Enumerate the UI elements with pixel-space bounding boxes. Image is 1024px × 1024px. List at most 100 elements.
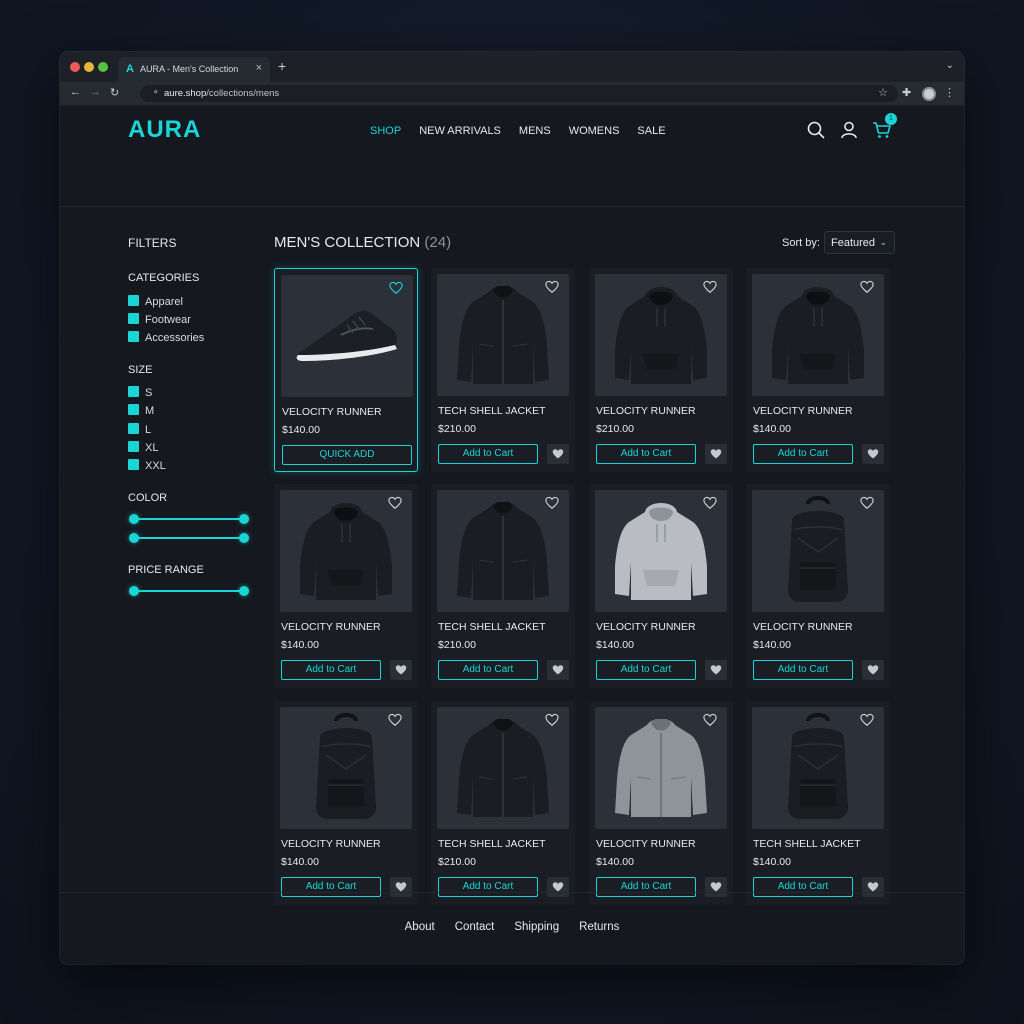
add-to-cart-button[interactable]: Add to Cart	[753, 444, 853, 464]
checkbox[interactable]	[128, 423, 139, 434]
close-window-button[interactable]	[70, 62, 80, 72]
bookmark-star-icon[interactable]: ☆	[878, 86, 888, 99]
color-slider-2[interactable]	[129, 533, 249, 543]
product-name[interactable]: VELOCITY RUNNER	[753, 621, 853, 633]
checkbox[interactable]	[128, 313, 139, 324]
heart-icon[interactable]	[703, 496, 717, 510]
url-field[interactable]: ⚬ aure.shop/collections/mens ☆	[140, 85, 898, 102]
add-to-cart-button[interactable]: Add to Cart	[438, 444, 538, 464]
filter-option-footwear[interactable]: Footwear	[128, 313, 191, 327]
product-card[interactable]: VELOCITY RUNNER $140.00 Add to Cart	[589, 701, 733, 905]
heart-icon[interactable]	[860, 280, 874, 294]
product-name[interactable]: TECH SHELL JACKET	[438, 838, 546, 850]
color-slider[interactable]	[129, 514, 249, 524]
filter-option-size-l[interactable]: L	[128, 423, 151, 437]
wishlist-button[interactable]	[390, 660, 412, 680]
wishlist-button[interactable]	[862, 877, 884, 897]
product-card[interactable]: VELOCITY RUNNER $140.00 Add to Cart	[746, 484, 890, 688]
nav-item-shop[interactable]: SHOP	[370, 125, 401, 137]
new-tab-button[interactable]: +	[278, 58, 286, 74]
extensions-puzzle-icon[interactable]: ✚	[902, 86, 911, 99]
product-name[interactable]: TECH SHELL JACKET	[753, 838, 861, 850]
product-name[interactable]: VELOCITY RUNNER	[281, 621, 381, 633]
checkbox[interactable]	[128, 331, 139, 342]
heart-icon[interactable]	[703, 280, 717, 294]
price-range-slider[interactable]	[129, 586, 249, 596]
product-card[interactable]: VELOCITY RUNNER $140.00 Add to Cart	[274, 701, 418, 905]
product-card[interactable]: VELOCITY RUNNER $140.00 Add to Cart	[746, 268, 890, 472]
slider-handle-max[interactable]	[239, 533, 249, 543]
checkbox[interactable]	[128, 459, 139, 470]
browser-menu-icon[interactable]: ⋮	[944, 86, 955, 99]
add-to-cart-button[interactable]: Add to Cart	[753, 877, 853, 897]
minimize-window-button[interactable]	[84, 62, 94, 72]
heart-icon[interactable]	[860, 496, 874, 510]
slider-handle-min[interactable]	[129, 514, 139, 524]
product-name[interactable]: TECH SHELL JACKET	[438, 621, 546, 633]
wishlist-button[interactable]	[705, 444, 727, 464]
product-card[interactable]: TECH SHELL JACKET $210.00 Add to Cart	[431, 268, 575, 472]
wishlist-button[interactable]	[547, 444, 569, 464]
wishlist-button[interactable]	[390, 877, 412, 897]
footer-link-returns[interactable]: Returns	[579, 921, 619, 933]
product-card[interactable]: TECH SHELL JACKET $210.00 Add to Cart	[431, 701, 575, 905]
heart-icon[interactable]	[860, 713, 874, 727]
heart-icon[interactable]	[388, 496, 402, 510]
heart-icon[interactable]	[545, 713, 559, 727]
product-card[interactable]: VELOCITY RUNNER $140.00 QUICK ADD	[274, 268, 418, 472]
nav-item-new-arrivals[interactable]: NEW ARRIVALS	[419, 125, 501, 137]
wishlist-button[interactable]	[547, 877, 569, 897]
product-name[interactable]: TECH SHELL JACKET	[438, 405, 546, 417]
tab-close-icon[interactable]: ×	[256, 62, 262, 74]
profile-avatar-icon[interactable]	[922, 87, 936, 101]
forward-arrow-icon[interactable]: →	[90, 86, 101, 98]
product-name[interactable]: VELOCITY RUNNER	[753, 405, 853, 417]
product-name[interactable]: VELOCITY RUNNER	[596, 405, 696, 417]
add-to-cart-button[interactable]: Add to Cart	[281, 877, 381, 897]
site-info-icon[interactable]: ⚬	[152, 87, 160, 98]
add-to-cart-button[interactable]: Add to Cart	[281, 660, 381, 680]
checkbox[interactable]	[128, 441, 139, 452]
slider-handle-min[interactable]	[129, 533, 139, 543]
filter-option-size-s[interactable]: S	[128, 386, 152, 400]
heart-icon[interactable]	[545, 280, 559, 294]
nav-item-sale[interactable]: SALE	[637, 125, 665, 137]
add-to-cart-button[interactable]: Add to Cart	[438, 660, 538, 680]
wishlist-button[interactable]	[547, 660, 569, 680]
reload-icon[interactable]: ↻	[110, 86, 119, 99]
add-to-cart-button[interactable]: Add to Cart	[596, 444, 696, 464]
add-to-cart-button[interactable]: Add to Cart	[438, 877, 538, 897]
heart-icon[interactable]	[703, 713, 717, 727]
product-name[interactable]: VELOCITY RUNNER	[596, 838, 696, 850]
back-arrow-icon[interactable]: ←	[70, 86, 81, 98]
wishlist-button[interactable]	[705, 660, 727, 680]
add-to-cart-button[interactable]: Add to Cart	[596, 660, 696, 680]
heart-icon[interactable]	[388, 713, 402, 727]
filter-option-size-xl[interactable]: XL	[128, 441, 158, 455]
filter-option-size-xxl[interactable]: XXL	[128, 459, 166, 473]
checkbox[interactable]	[128, 386, 139, 397]
heart-icon[interactable]	[389, 281, 403, 295]
heart-icon[interactable]	[545, 496, 559, 510]
nav-item-mens[interactable]: MENS	[519, 125, 551, 137]
quick-add-button[interactable]: QUICK ADD	[282, 445, 412, 465]
product-card[interactable]: TECH SHELL JACKET $210.00 Add to Cart	[431, 484, 575, 688]
add-to-cart-button[interactable]: Add to Cart	[596, 877, 696, 897]
filter-option-size-m[interactable]: M	[128, 404, 154, 418]
product-card[interactable]: VELOCITY RUNNER $140.00 Add to Cart	[274, 484, 418, 688]
footer-link-contact[interactable]: Contact	[455, 921, 495, 933]
nav-item-womens[interactable]: WOMENS	[569, 125, 620, 137]
chevron-down-icon[interactable]: ⌄	[946, 60, 954, 71]
product-name[interactable]: VELOCITY RUNNER	[281, 838, 381, 850]
footer-link-shipping[interactable]: Shipping	[514, 921, 559, 933]
filter-option-apparel[interactable]: Apparel	[128, 295, 183, 309]
product-card[interactable]: VELOCITY RUNNER $140.00 Add to Cart	[589, 484, 733, 688]
product-name[interactable]: VELOCITY RUNNER	[596, 621, 696, 633]
add-to-cart-button[interactable]: Add to Cart	[753, 660, 853, 680]
product-card[interactable]: TECH SHELL JACKET $140.00 Add to Cart	[746, 701, 890, 905]
user-account-icon[interactable]	[839, 120, 859, 140]
checkbox[interactable]	[128, 404, 139, 415]
wishlist-button[interactable]	[705, 877, 727, 897]
slider-handle-max[interactable]	[239, 586, 249, 596]
slider-handle-min[interactable]	[129, 586, 139, 596]
